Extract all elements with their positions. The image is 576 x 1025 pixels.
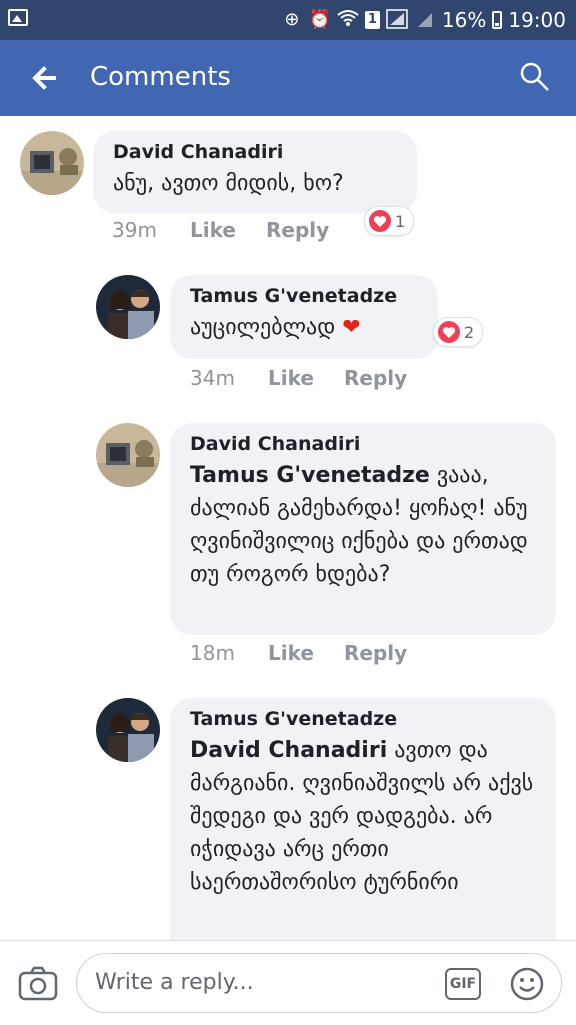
- comment-time: 34m: [190, 366, 235, 390]
- comment-author[interactable]: David Chanadiri: [113, 141, 397, 163]
- gif-button[interactable]: GIF: [445, 968, 481, 1000]
- comment-actions: 34m Like Reply: [190, 366, 407, 390]
- comment-text: ანუ, ავთო მიდის, ხო?: [113, 171, 344, 196]
- reaction-count[interactable]: 2: [433, 317, 484, 347]
- back-arrow-icon[interactable]: [28, 58, 68, 98]
- comment-text-body: აუცილებლად: [190, 315, 336, 340]
- comment-author[interactable]: David Chanadiri: [190, 433, 536, 455]
- mention-link[interactable]: Tamus G'venetadze: [190, 463, 430, 488]
- sticker-smiley-icon[interactable]: [509, 966, 545, 1002]
- like-button[interactable]: Like: [268, 366, 344, 390]
- comment-author[interactable]: Tamus G'venetadze: [190, 285, 418, 307]
- sim-badge: 1: [364, 11, 380, 29]
- comment-text: Tamus G'venetadze ვააა, ძალიან გამეხარდა…: [190, 459, 536, 591]
- battery-percent: 16%: [441, 8, 487, 32]
- reaction-number: 2: [464, 322, 475, 342]
- data-saver-icon: ⊕: [284, 9, 300, 30]
- reply-placeholder: Write a reply...: [95, 970, 254, 995]
- wifi-icon: [337, 9, 359, 31]
- camera-icon[interactable]: [18, 965, 58, 1001]
- comment-bubble[interactable]: Tamus G'venetadze აუცილებლად ❤: [170, 275, 438, 359]
- alarm-icon: ⏰: [308, 9, 332, 30]
- reply-button[interactable]: Reply: [266, 218, 329, 242]
- comment-author[interactable]: Tamus G'venetadze: [190, 708, 536, 730]
- comment-actions: 18m Like Reply: [190, 641, 407, 665]
- signal-2-icon: [414, 9, 436, 31]
- reply-composer: Write a reply... GIF: [0, 940, 576, 1025]
- avatar-tamus[interactable]: [96, 698, 160, 762]
- search-icon[interactable]: [518, 60, 552, 94]
- heart-emoji: ❤: [342, 315, 361, 340]
- app-bar: Comments: [0, 40, 576, 116]
- comment-time: 18m: [190, 641, 235, 665]
- comment-actions: 39m Like Reply: [112, 218, 329, 242]
- reply-button[interactable]: Reply: [344, 366, 407, 390]
- page-title: Comments: [90, 62, 231, 92]
- comment-bubble[interactable]: David Chanadiri Tamus G'venetadze ვააა, …: [170, 423, 556, 635]
- clock: 19:00: [508, 8, 566, 32]
- status-icons: ⊕ ⏰ 1 16% 19:00: [281, 0, 566, 40]
- avatar-david[interactable]: [20, 131, 84, 195]
- comment-text: აუცილებლად ❤: [190, 311, 418, 344]
- reaction-number: 1: [395, 211, 406, 231]
- avatar-david[interactable]: [96, 423, 160, 487]
- heart-reaction-icon: [438, 321, 460, 343]
- like-button[interactable]: Like: [190, 218, 266, 242]
- reply-button[interactable]: Reply: [344, 641, 407, 665]
- reply-input[interactable]: Write a reply... GIF: [76, 953, 562, 1013]
- reaction-count[interactable]: 1: [364, 206, 415, 236]
- comment-bubble[interactable]: Tamus G'venetadze David Chanadiri ავთო დ…: [170, 698, 556, 940]
- comment-time: 39m: [112, 218, 157, 242]
- avatar-tamus[interactable]: [96, 275, 160, 339]
- mention-link[interactable]: David Chanadiri: [190, 738, 387, 763]
- heart-reaction-icon: [369, 210, 391, 232]
- comment-text: David Chanadiri ავთო და მარგიანი. ღვინია…: [190, 734, 536, 899]
- battery-icon: [492, 11, 503, 29]
- status-bar: ⊕ ⏰ 1 16% 19:00: [0, 0, 576, 40]
- signal-icon: [386, 9, 408, 31]
- gallery-notification-icon: [8, 9, 28, 26]
- comment-bubble[interactable]: David Chanadiri ანუ, ავთო მიდის, ხო?: [93, 131, 417, 213]
- like-button[interactable]: Like: [268, 641, 344, 665]
